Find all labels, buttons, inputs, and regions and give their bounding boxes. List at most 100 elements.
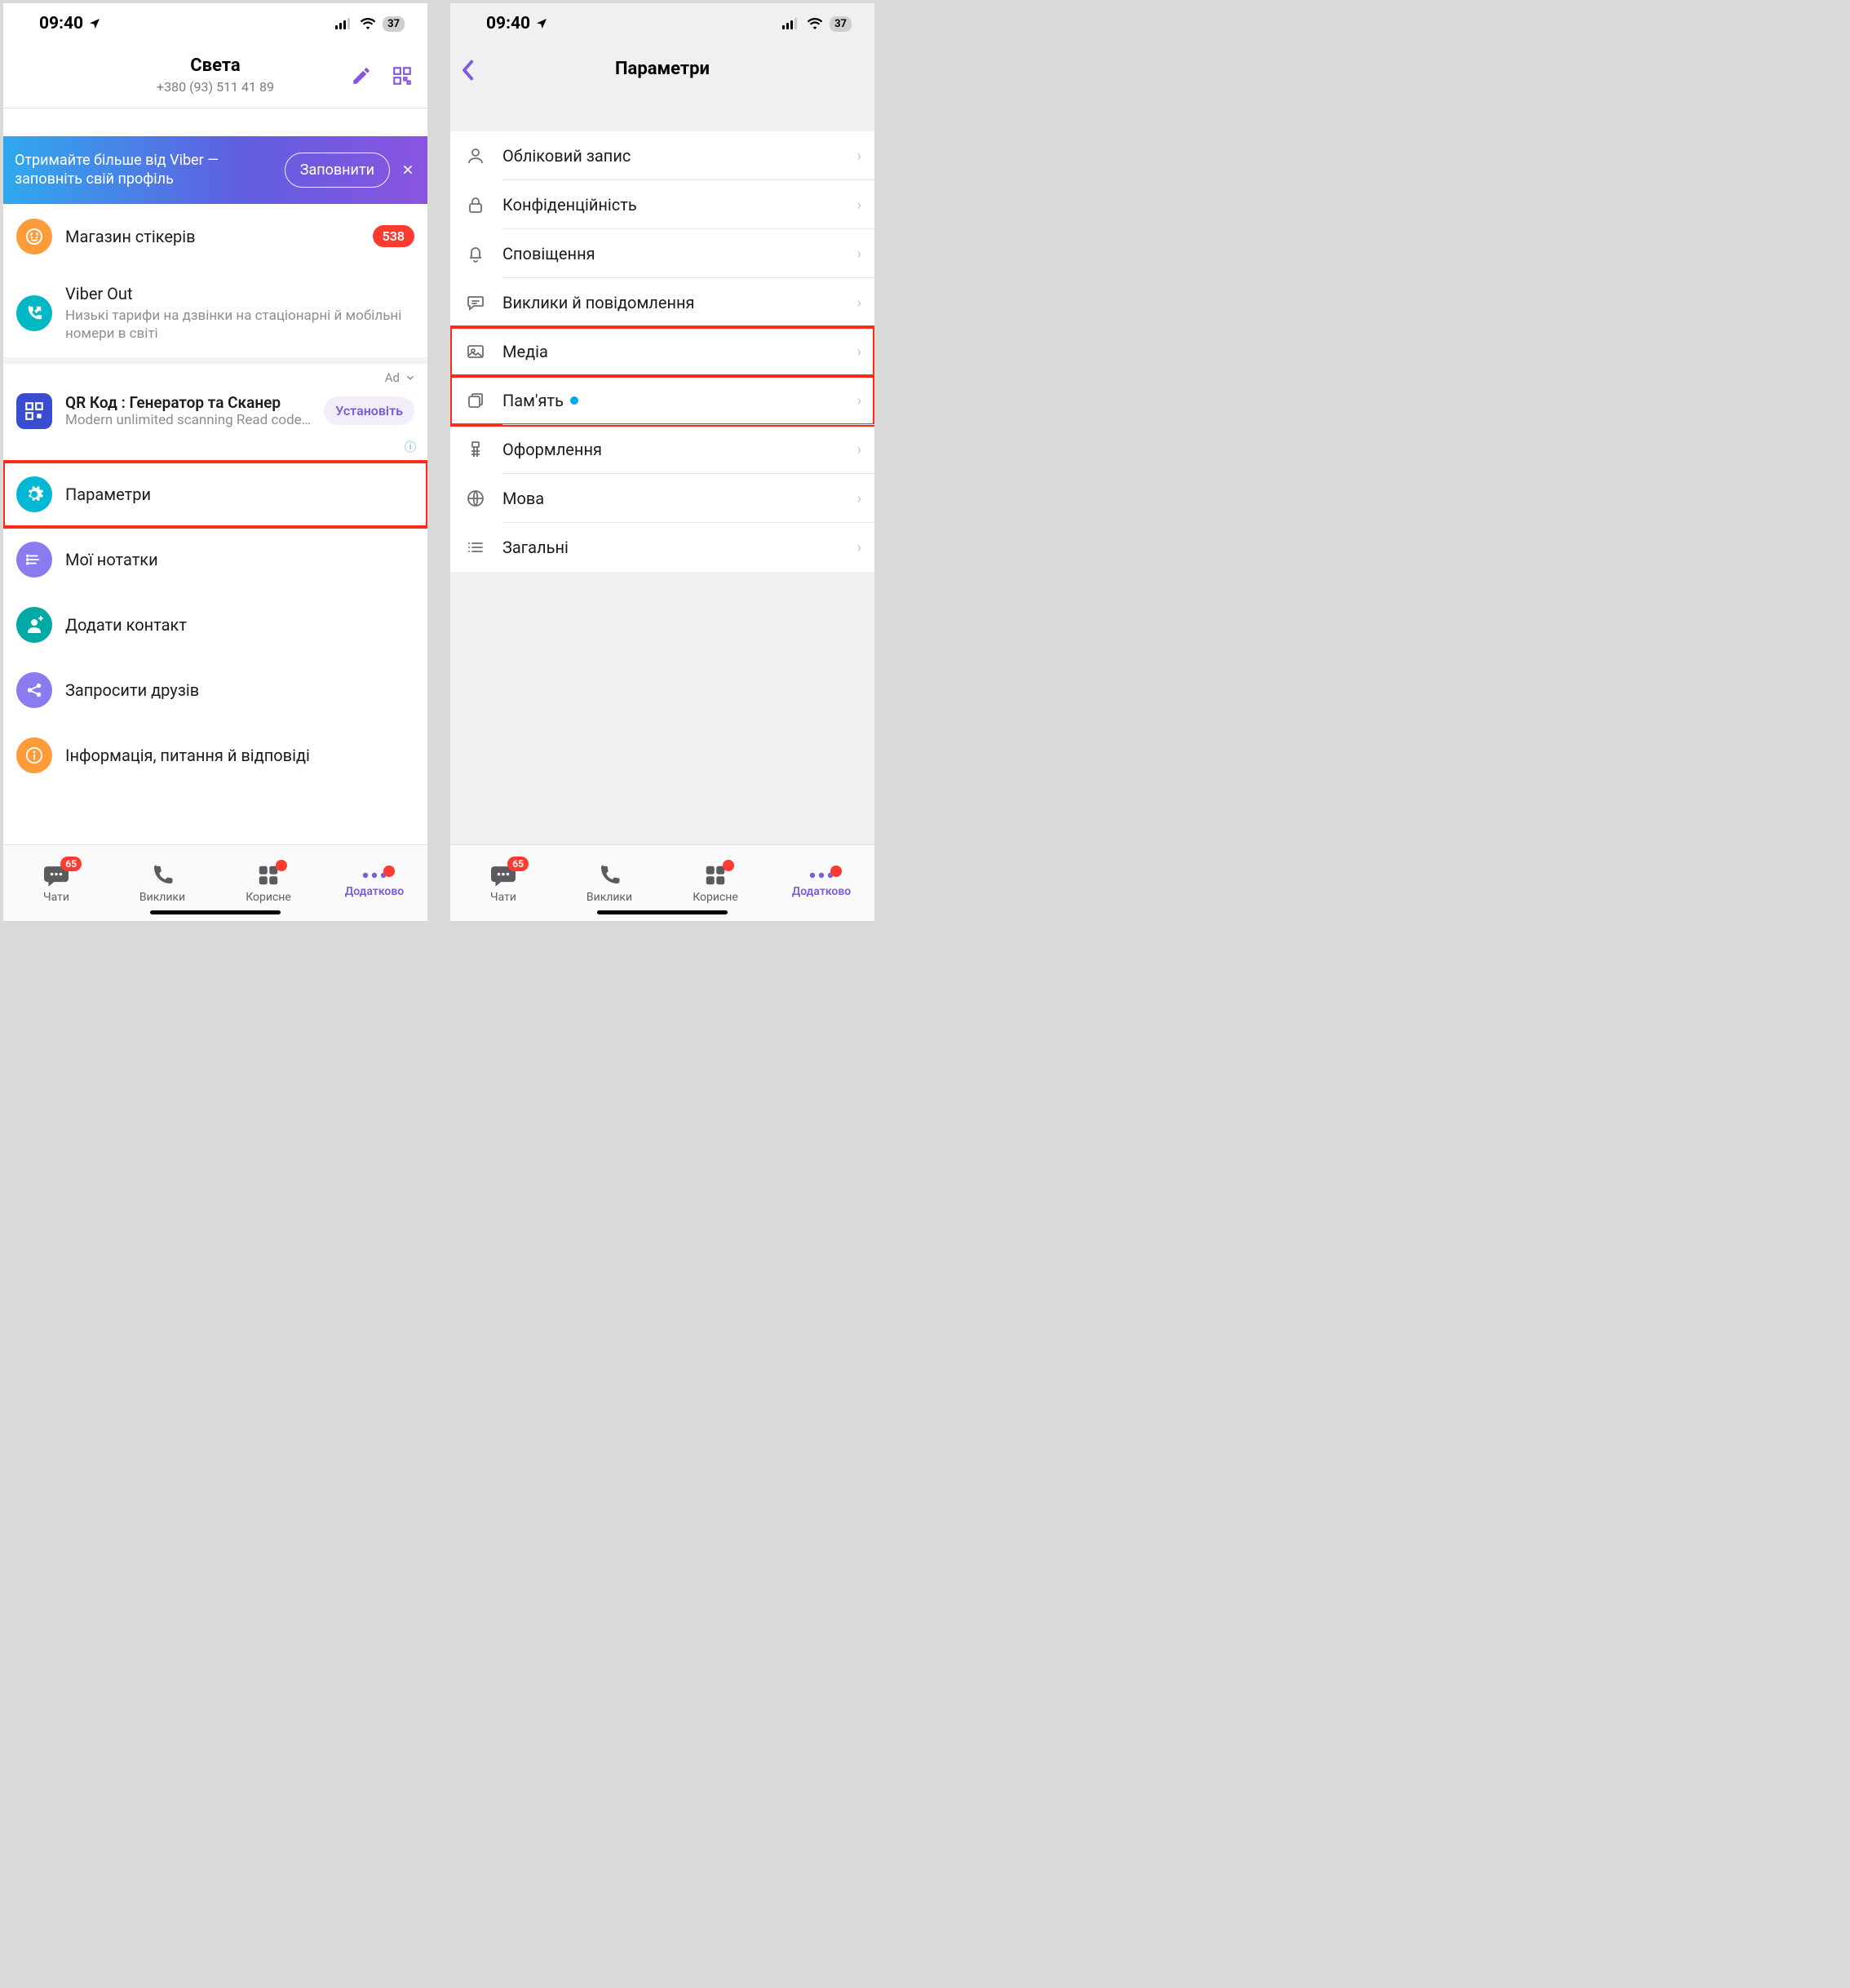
status-time: 09:40 [486, 14, 548, 33]
row-settings[interactable]: Параметри [3, 462, 427, 527]
status-time-text: 09:40 [486, 14, 530, 33]
tab-chats-label: Чати [43, 891, 69, 904]
chevron-right-icon: › [857, 246, 861, 263]
storage-icon [466, 391, 485, 410]
ad-tag: Ad [385, 370, 400, 385]
settings-row-account[interactable]: Обліковий запис › [450, 131, 874, 180]
status-bar: 09:40 37 [450, 3, 874, 44]
wifi-icon [807, 18, 823, 29]
lock-icon [466, 195, 485, 215]
row-sticker-market[interactable]: Магазин стікерів 538 [3, 204, 427, 269]
battery-indicator: 37 [830, 16, 852, 32]
ad-title: QR Код : Генератор та Сканер [65, 393, 311, 412]
settings-row-general[interactable]: Загальні › [450, 523, 874, 572]
battery-level: 37 [387, 18, 400, 30]
settings-privacy-label: Конфіденційність [502, 195, 843, 215]
notes-icon [25, 551, 43, 569]
tab-more-label: Додатково [345, 885, 404, 898]
tab-chats[interactable]: 65 Чати [3, 845, 109, 921]
phone-icon [597, 863, 622, 888]
gear-icon [24, 485, 44, 504]
row-invite-friends[interactable]: Запросити друзів [3, 658, 427, 723]
status-bar: 09:40 37 [3, 3, 427, 44]
settings-header: Параметри [450, 44, 874, 95]
add-contact-icon [24, 615, 44, 635]
list-icon [466, 538, 485, 557]
share-icon [25, 681, 43, 699]
tab-more-label: Додатково [792, 885, 851, 898]
ad-info-icon[interactable]: ⓘ [3, 439, 427, 462]
settings-row-media[interactable]: Медіа › [450, 327, 874, 376]
qr-icon[interactable] [392, 65, 413, 86]
cellular-signal-icon [782, 18, 800, 29]
row-viber-out[interactable]: Viber Out Низькі тарифи на дзвінки на ст… [3, 269, 427, 357]
ad-install-button[interactable]: Установіть [324, 396, 414, 425]
chat-icon [466, 293, 485, 312]
ad-row[interactable]: QR Код : Генератор та Сканер Modern unli… [3, 387, 427, 439]
battery-level: 37 [834, 18, 847, 30]
notes-label: Мої нотатки [65, 550, 414, 569]
new-indicator-dot [570, 396, 578, 405]
chevron-right-icon: › [857, 148, 861, 165]
tab-bar: 65 Чати Виклики Корисне Додатково [450, 844, 874, 921]
bell-icon [466, 244, 485, 263]
tab-more-dot [830, 866, 842, 877]
settings-row-privacy[interactable]: Конфіденційність › [450, 180, 874, 229]
close-icon [401, 163, 414, 176]
chevron-left-icon [460, 60, 475, 81]
settings-row-notifications[interactable]: Сповіщення › [450, 229, 874, 278]
chevron-right-icon: › [857, 343, 861, 361]
chevron-right-icon: › [857, 441, 861, 458]
promo-banner: Отримайте більше від Viber — заповніть с… [3, 136, 427, 204]
phone-out-icon [25, 304, 43, 322]
settings-label: Параметри [65, 485, 414, 504]
location-arrow-icon [88, 17, 101, 30]
qr-small-icon [24, 401, 45, 422]
promo-fill-button[interactable]: Заповнити [285, 153, 390, 188]
profile-phone: +380 (93) 511 41 89 [157, 79, 274, 95]
settings-notifications-label: Сповіщення [502, 244, 843, 263]
tab-explore-dot [276, 860, 287, 871]
tab-chats-badge: 65 [60, 857, 82, 871]
cellular-signal-icon [335, 18, 353, 29]
chevron-right-icon: › [857, 392, 861, 410]
back-button[interactable] [460, 60, 475, 81]
row-info-faq[interactable]: Інформація, питання й відповіді [3, 723, 427, 788]
profile-header: Света +380 (93) 511 41 89 [3, 44, 427, 108]
tab-more[interactable]: Додатково [321, 845, 427, 921]
settings-row-storage[interactable]: Пам'ять › [450, 376, 874, 425]
settings-row-appearance[interactable]: Оформлення › [450, 425, 874, 474]
ad-header[interactable]: Ad [3, 364, 427, 387]
home-indicator [597, 910, 728, 914]
settings-media-label: Медіа [502, 342, 843, 361]
globe-icon [466, 489, 485, 508]
phone-icon [150, 863, 175, 888]
battery-indicator: 37 [383, 16, 405, 32]
invite-label: Запросити друзів [65, 680, 414, 700]
account-icon [466, 146, 485, 166]
media-icon [466, 342, 485, 361]
row-my-notes[interactable]: Мої нотатки [3, 527, 427, 592]
viberout-sub: Низькі тарифи на дзвінки на стаціонарні … [65, 307, 414, 343]
profile-name: Света [157, 55, 274, 76]
status-time-text: 09:40 [39, 14, 83, 33]
ad-app-icon [16, 393, 52, 429]
settings-storage-label: Пам'ять [502, 391, 564, 410]
tab-bar: 65 Чати Виклики Корисне Додатково [3, 844, 427, 921]
tab-more[interactable]: Додатково [768, 845, 874, 921]
viberout-label: Viber Out [65, 284, 414, 303]
settings-row-language[interactable]: Мова › [450, 474, 874, 523]
row-add-contact[interactable]: Додати контакт [3, 592, 427, 658]
edit-icon[interactable] [351, 65, 372, 86]
sticker-badge: 538 [373, 225, 414, 247]
tab-explore-label: Корисне [246, 891, 291, 904]
promo-close-button[interactable] [400, 163, 416, 176]
tab-chats[interactable]: 65 Чати [450, 845, 556, 921]
settings-row-calls-messages[interactable]: Виклики й повідомлення › [450, 278, 874, 327]
add-contact-label: Додати контакт [65, 615, 414, 635]
location-arrow-icon [535, 17, 548, 30]
tab-calls-label: Виклики [139, 891, 185, 904]
info-icon [25, 746, 43, 764]
home-indicator [150, 910, 281, 914]
sticker-icon [24, 227, 44, 246]
